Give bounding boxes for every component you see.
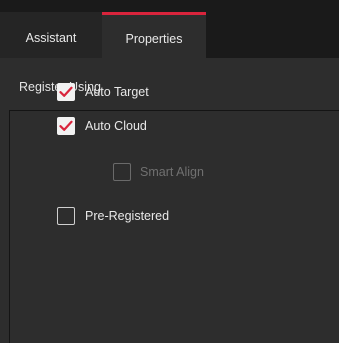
- properties-panel: Register Using: [0, 58, 339, 343]
- tab-assistant[interactable]: Assistant: [0, 12, 102, 58]
- pre-registered-label: Pre-Registered: [85, 209, 170, 223]
- smart-align-check-box[interactable]: [113, 163, 131, 181]
- pre-registered-checkbox[interactable]: Pre-Registered: [57, 205, 169, 227]
- auto-cloud-label: Auto Cloud: [85, 119, 147, 133]
- tab-properties[interactable]: Properties: [102, 12, 206, 58]
- auto-target-checkbox[interactable]: Auto Target: [57, 81, 149, 103]
- smart-align-checkbox[interactable]: Smart Align: [113, 161, 204, 183]
- auto-cloud-check-box[interactable]: [57, 117, 75, 135]
- properties-window: Assistant Properties Register Using Auto…: [0, 0, 339, 343]
- checkmark-icon: [59, 120, 73, 131]
- tab-bar: Assistant Properties: [0, 0, 339, 58]
- pre-registered-check-box[interactable]: [57, 207, 75, 225]
- auto-cloud-checkbox[interactable]: Auto Cloud: [57, 115, 147, 137]
- auto-target-check-box[interactable]: [57, 83, 75, 101]
- smart-align-label: Smart Align: [140, 165, 204, 179]
- checkmark-icon: [59, 86, 73, 97]
- auto-target-label: Auto Target: [85, 85, 149, 99]
